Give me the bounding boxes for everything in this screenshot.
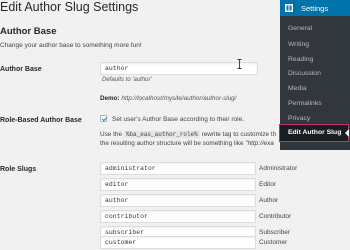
menu-item-edit-author-slug[interactable]: Edit Author Slug	[279, 124, 349, 142]
text-cursor-icon	[237, 59, 242, 69]
author-base-help: Defaults to 'author'	[102, 77, 152, 83]
section-description: Change your author base to something mor…	[0, 42, 142, 49]
role-name-contributor: Contributor	[259, 213, 292, 220]
role-name-customer: Customer	[259, 239, 288, 246]
role-name-subscriber: Subscriber	[259, 229, 291, 236]
desc-before: Use the	[100, 131, 123, 138]
author-base-label: Author Base	[0, 66, 42, 73]
author-role-tag: %ba_eas_author_role%	[123, 131, 200, 138]
role-based-checkbox[interactable]	[100, 115, 107, 122]
desc-after: rewrite tag to customize th	[201, 131, 277, 138]
role-slug-input-contributor[interactable]: contributor	[100, 210, 256, 223]
demo-line: Demo: http://localhost/mysite/author/aut…	[100, 95, 236, 102]
demo-label: Demo:	[100, 95, 120, 102]
role-slugs-label: Role Slugs	[0, 166, 37, 173]
desc-line2-before: the resulting author structure will be s…	[100, 140, 244, 147]
settings-menu-header[interactable]: Settings	[280, 0, 350, 16]
role-slug-input-customer[interactable]: customer	[100, 236, 256, 249]
role-based-description: Use the %ba_eas_author_role% rewrite tag…	[100, 131, 276, 138]
menu-item-writing[interactable]: Writing	[280, 37, 350, 53]
section-title: Author Base	[0, 26, 57, 37]
menu-item-edit-author-slug-label: Edit Author Slug	[288, 129, 342, 136]
settings-menu-label: Settings	[301, 3, 329, 13]
role-based-description-line2: the resulting author structure will be s…	[100, 140, 274, 147]
page-title: Edit Author Slug Settings	[0, 0, 139, 14]
menu-item-media[interactable]: Media	[280, 81, 350, 97]
role-based-label: Role-Based Author Base	[0, 117, 82, 124]
role-name-administrator: Administrator	[259, 165, 298, 172]
role-based-checkbox-label: Set user's Author Base according to thei…	[112, 116, 245, 123]
role-slug-input-editor[interactable]: editor	[100, 178, 256, 191]
demo-url: http://localhost/mysite/author/author-sl…	[121, 95, 237, 102]
role-name-author: Author	[259, 197, 279, 204]
author-base-input[interactable]: author	[100, 62, 258, 75]
role-slug-input-administrator[interactable]: administrator	[100, 162, 256, 175]
menu-item-permalinks[interactable]: Permalinks	[280, 96, 350, 112]
settings-sliders-icon	[285, 4, 293, 12]
role-slug-input-author[interactable]: author	[100, 194, 256, 207]
desc-line2-quote: "http://exa	[245, 140, 274, 147]
menu-item-discussion[interactable]: Discussion	[280, 66, 350, 82]
role-name-editor: Editor	[259, 181, 276, 188]
current-page-arrow-icon	[345, 129, 349, 137]
menu-item-general[interactable]: General	[280, 21, 350, 37]
